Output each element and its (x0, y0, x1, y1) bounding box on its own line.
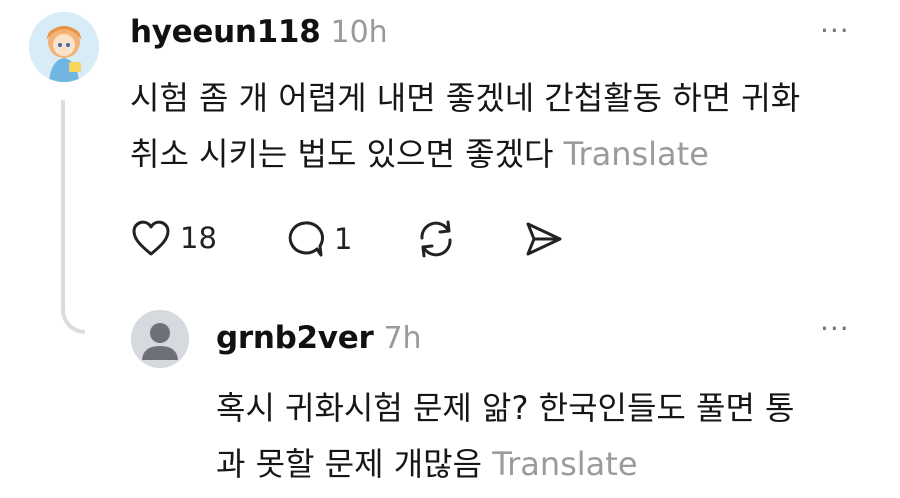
reply-username[interactable]: grnb2ver (216, 320, 374, 356)
reply-text-line-2-content: 과 못할 문제 개많음 (216, 445, 483, 483)
default-avatar-icon (131, 310, 189, 368)
reply-text: 혹시 귀화시험 문제 앎? 한국인들도 풀면 통 과 못할 문제 개많음 Tra… (216, 380, 876, 492)
comment-text-line-1: 시험 좀 개 어렵게 내면 좋겠네 간첩활동 하면 귀화 (130, 79, 801, 117)
reply-timestamp: 7h (383, 321, 422, 356)
like-button[interactable]: 18 (130, 218, 217, 258)
comment-text: 시험 좀 개 어렵게 내면 좋겠네 간첩활동 하면 귀화 취소 시키는 법도 있… (130, 70, 870, 182)
comment-username[interactable]: hyeeun118 (130, 14, 321, 50)
reply-avatar[interactable] (131, 310, 189, 368)
comment-text-line-2: 취소 시키는 법도 있으면 좋겠다 Translate (130, 126, 870, 182)
reply-header: grnb2ver 7h (216, 320, 422, 356)
comment-header: hyeeun118 10h (130, 14, 388, 50)
repost-button[interactable] (414, 218, 458, 264)
reply-text-line-1: 혹시 귀화시험 문제 앎? 한국인들도 풀면 통 (216, 389, 795, 427)
like-count: 18 (180, 221, 217, 255)
comment-timestamp: 10h (330, 15, 388, 50)
comment-text-line-2-content: 취소 시키는 법도 있으면 좋겠다 (130, 135, 554, 173)
comment-icon (288, 221, 324, 257)
avatar-image (29, 12, 99, 82)
reply-text-line-2: 과 못할 문제 개많음 Translate (216, 436, 876, 492)
reply-button[interactable]: 1 (284, 218, 352, 260)
share-icon (526, 222, 562, 256)
repost-icon (420, 220, 452, 258)
thread-line (61, 100, 85, 334)
comment-more-icon[interactable]: ··· (820, 14, 850, 47)
comment-translate-link[interactable]: Translate (564, 135, 709, 173)
reply-count: 1 (334, 222, 353, 256)
reply-more-icon[interactable]: ··· (820, 312, 850, 345)
avatar[interactable] (29, 12, 99, 82)
share-button[interactable] (522, 218, 566, 264)
heart-icon (132, 220, 170, 256)
reply-translate-link[interactable]: Translate (492, 445, 637, 483)
